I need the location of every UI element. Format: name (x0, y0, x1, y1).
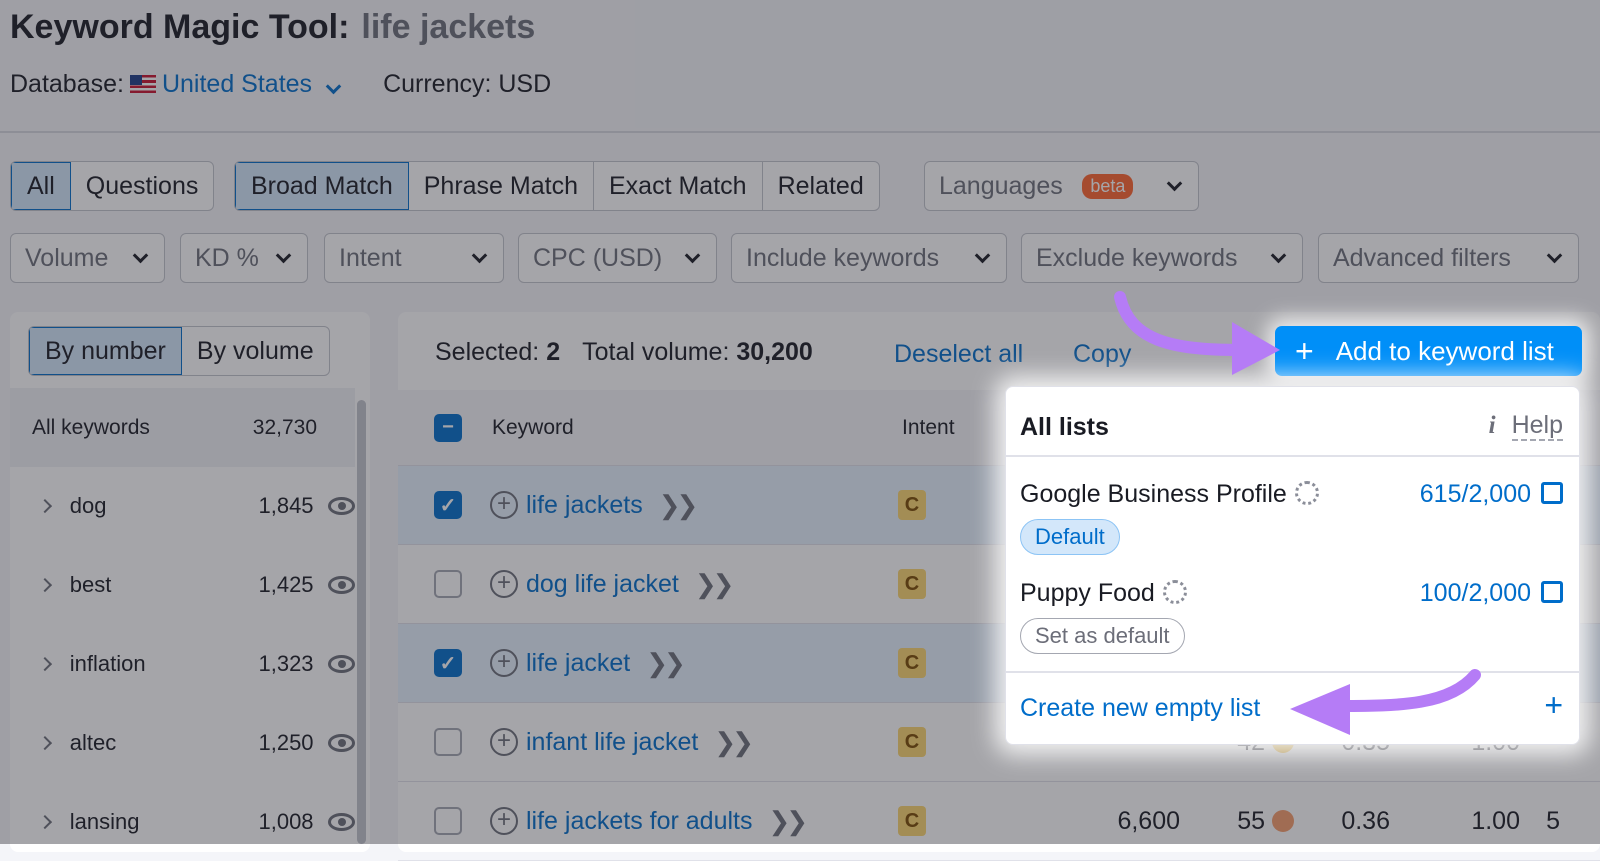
arrow-head (1232, 322, 1280, 375)
arrow-head (1290, 684, 1350, 735)
arrow-to-add-button (1114, 291, 1246, 356)
arrow-to-create-list (1334, 669, 1481, 712)
annotation-arrows (1114, 291, 1481, 735)
